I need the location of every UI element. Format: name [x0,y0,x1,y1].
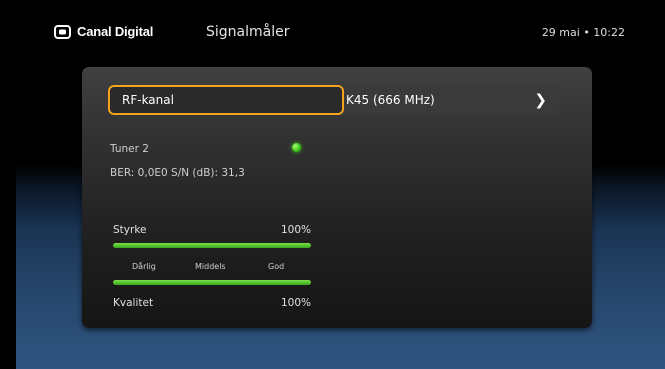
scale-mid: Middels [195,262,226,271]
rf-channel-label: RF-kanal [122,93,174,107]
rf-channel-selector[interactable]: RF-kanal K45 (666 MHz) ❯ [108,85,559,115]
ber-sn-readout: BER: 0,0E0 S/N (dB): 31,3 [110,167,245,179]
tv-icon [54,24,71,39]
rf-channel-value: K45 (666 MHz) [346,93,435,107]
quality-bar [113,280,311,285]
strength-label: Styrke [113,224,147,236]
strength-value: 100% [280,224,311,236]
brand-logo: Canal Digital [54,24,153,39]
scale-low: Dårlig [132,262,156,271]
brand-name: Canal Digital [77,24,154,39]
signal-panel: RF-kanal K45 (666 MHz) ❯ Tuner 2 BER: 0,… [82,67,592,328]
quality-bar-fill [113,280,311,285]
quality-label: Kvalitet [113,297,154,309]
strength-bar [113,243,311,248]
tv-screen: Canal Digital Signalmåler 29 mai • 10:22… [16,0,665,369]
tuner-name: Tuner 2 [110,143,149,155]
chevron-right-icon[interactable]: ❯ [534,91,547,109]
page-title: Signalmåler [206,24,290,40]
date-time: 29 mai • 10:22 [541,26,625,39]
rf-channel-label-box[interactable]: RF-kanal [108,85,344,115]
header: Canal Digital Signalmåler 29 mai • 10:22 [16,0,665,65]
tuner-status-indicator [292,143,301,152]
quality-value: 100% [280,297,311,309]
strength-bar-fill [113,243,311,248]
scale-high: God [268,262,285,271]
